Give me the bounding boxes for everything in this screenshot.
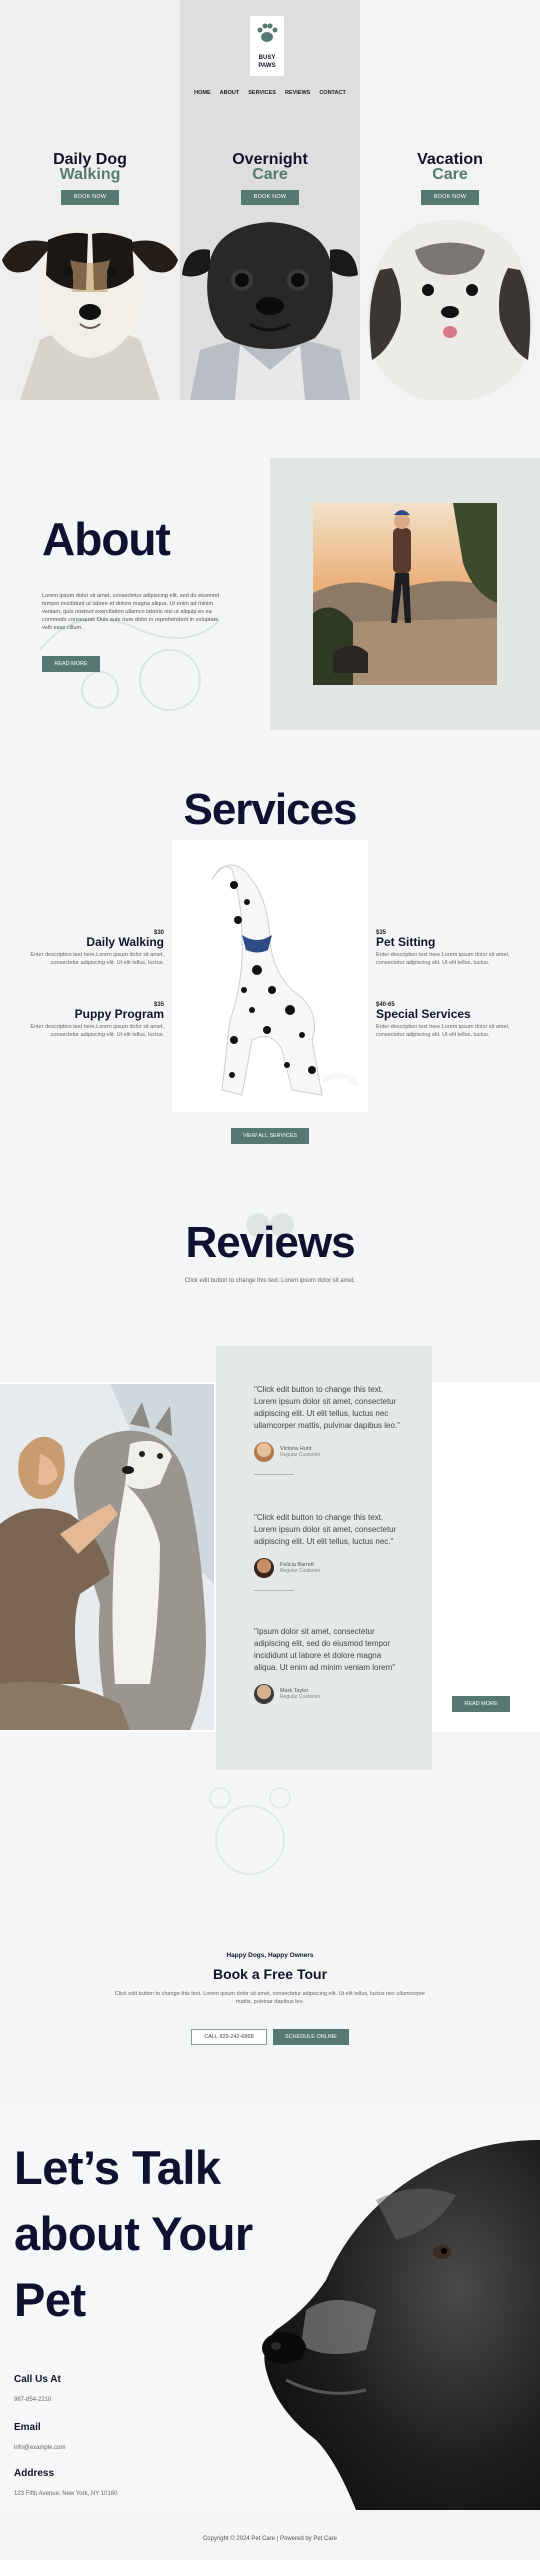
email-link[interactable]: info@example.com bbox=[14, 2445, 65, 2451]
reviewer-role: Regular Customer bbox=[280, 1568, 321, 1574]
tour-title: Book a Free Tour bbox=[212, 1966, 328, 1982]
service-daily-walking: $30 Daily Walking Enter description text… bbox=[30, 930, 164, 966]
nav-home[interactable]: HOME bbox=[194, 90, 211, 96]
contact-email: Email info@example.com bbox=[14, 2422, 66, 2451]
dog-photo-shihtzu bbox=[367, 220, 533, 400]
reviews-title: Reviews bbox=[185, 1218, 355, 1267]
reviewer-role: Regular Customer bbox=[280, 1452, 321, 1458]
footer: Copyright © 2024 Pet Care | Powered by P… bbox=[0, 2510, 540, 2560]
about-text: Lorem ipsum dolor sit amet, consectetur … bbox=[42, 593, 220, 631]
service-pet-sitting: $35 Pet Sitting Enter description text h… bbox=[376, 930, 510, 966]
hero-title-walking: Daily Dog Walking bbox=[53, 151, 127, 183]
tour-text: Click edit button to change this text. L… bbox=[114, 1991, 426, 2005]
dog-photo-pug bbox=[182, 222, 358, 400]
brand-logo[interactable]: BUSY PAWS bbox=[250, 16, 284, 76]
review-divider bbox=[254, 1590, 294, 1591]
decorative-paw-outline bbox=[209, 1787, 291, 1875]
contact-title: Let’s Talk about Your Pet bbox=[14, 2141, 253, 2326]
review-card: "Click edit button to change this text. … bbox=[254, 1384, 404, 1475]
book-now-overnight-button[interactable]: BOOK NOW bbox=[241, 190, 299, 205]
hero-column-walking: Daily Dog Walking BOOK NOW bbox=[0, 0, 180, 400]
nav-about[interactable]: ABOUT bbox=[220, 90, 240, 96]
footer-copyright: Copyright © 2024 Pet Care | Powered by P… bbox=[202, 2536, 338, 2542]
review-card: "Click edit button to change this text. … bbox=[254, 1512, 404, 1591]
paw-icon bbox=[257, 23, 278, 42]
book-now-walking-button[interactable]: BOOK NOW bbox=[61, 190, 119, 205]
contact-call: Call Us At 987-854-2210 bbox=[14, 2374, 61, 2403]
review-card: "Ipsum dolor sit amet, consectetur adipi… bbox=[254, 1626, 404, 1704]
logo-text: BUSY PAWS bbox=[258, 55, 276, 69]
about-photo-woman-with-dog bbox=[313, 503, 497, 685]
contact-address: Address 123 Fifth Avenue, New York, NY 1… bbox=[14, 2468, 118, 2497]
avatar bbox=[254, 1684, 274, 1704]
call-button[interactable]: CALL 929-242-6868 bbox=[191, 2029, 267, 2045]
review-divider bbox=[254, 1474, 294, 1475]
schedule-online-button[interactable]: SCHEDULE ONLINE bbox=[273, 2029, 349, 2045]
service-puppy-program: $35 Puppy Program Enter description text… bbox=[30, 1002, 164, 1038]
review-quote: "Click edit button to change this text. … bbox=[254, 1513, 397, 1546]
about-title: About bbox=[42, 513, 171, 565]
dog-photo-terrier bbox=[2, 227, 178, 400]
hero-title-vacation: Vacation Care bbox=[417, 151, 483, 183]
hero-title-overnight: Overnight Care bbox=[232, 151, 308, 183]
services-title: Services bbox=[183, 785, 357, 834]
decorative-paw-outline bbox=[39, 617, 221, 711]
about-read-more-button[interactable]: READ MORE bbox=[42, 656, 100, 672]
avatar bbox=[254, 1442, 274, 1462]
services-photo-dalmatian bbox=[211, 864, 360, 1096]
avatar bbox=[254, 1558, 274, 1578]
reviews-read-more-button[interactable]: READ MORE bbox=[452, 1696, 510, 1712]
nav-reviews[interactable]: REVIEWS bbox=[285, 90, 310, 96]
reviews-subtitle: Click edit button to change this text. L… bbox=[184, 1278, 356, 1284]
reviewer-role: Regular Customer bbox=[280, 1694, 321, 1700]
nav-services[interactable]: SERVICES bbox=[248, 90, 276, 96]
reviews-panel: "Click edit button to change this text. … bbox=[216, 1346, 432, 1770]
main-nav: HOME ABOUT SERVICES REVIEWS CONTACT bbox=[180, 90, 360, 96]
phone-link[interactable]: 987-854-2210 bbox=[14, 2397, 61, 2403]
tour-kicker: Happy Dogs, Happy Owners bbox=[226, 1952, 314, 1959]
review-quote: "Click edit button to change this text. … bbox=[254, 1385, 401, 1430]
hero-column-vacation: Vacation Care BOOK NOW bbox=[360, 0, 540, 400]
view-all-services-button[interactable]: VIEW ALL SERVICES bbox=[231, 1128, 309, 1144]
service-special-services: $40-65 Special Services Enter descriptio… bbox=[376, 1002, 510, 1038]
review-quote: "Ipsum dolor sit amet, consectetur adipi… bbox=[254, 1627, 396, 1672]
hero-section: Daily Dog Walking BOOK NOW Overnight Car… bbox=[0, 0, 540, 400]
page: Daily Dog Walking BOOK NOW Overnight Car… bbox=[0, 0, 540, 2560]
book-now-vacation-button[interactable]: BOOK NOW bbox=[421, 190, 479, 205]
nav-contact[interactable]: CONTACT bbox=[319, 90, 345, 96]
contact-photo-black-dog bbox=[262, 2140, 540, 2510]
reviews-photo-woman-with-husky bbox=[0, 1384, 214, 1730]
